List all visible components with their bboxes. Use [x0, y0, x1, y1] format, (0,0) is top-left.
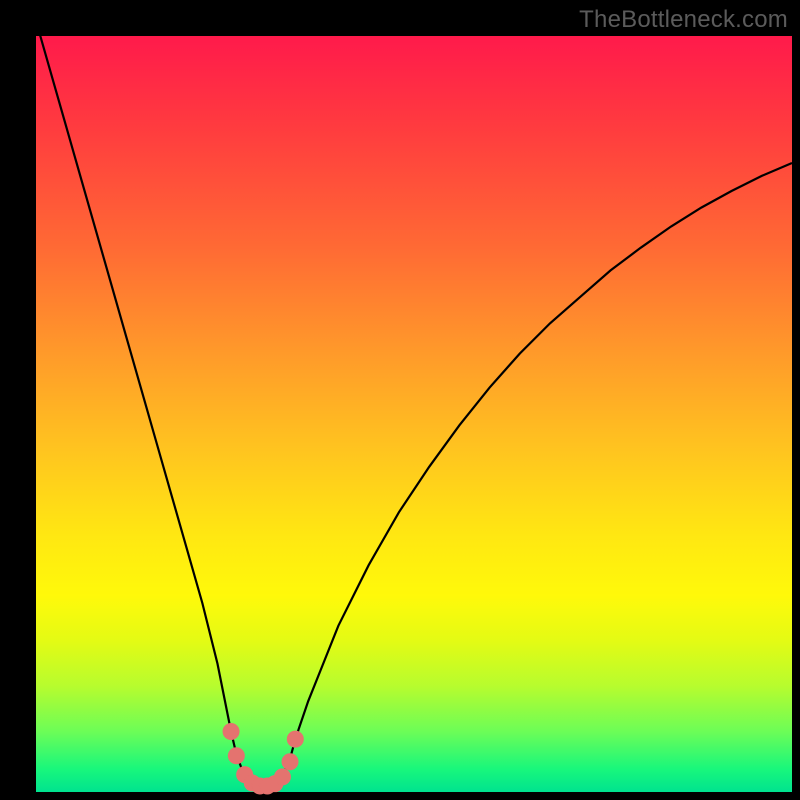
- chart-frame: TheBottleneck.com: [0, 0, 800, 800]
- watermark-text: TheBottleneck.com: [579, 6, 788, 34]
- bottleneck-curve: [36, 36, 792, 792]
- data-marker: [287, 731, 303, 747]
- data-marker: [223, 724, 239, 740]
- data-marker: [228, 748, 244, 764]
- plot-area: [36, 36, 792, 792]
- data-marker: [282, 754, 298, 770]
- data-marker: [274, 769, 290, 785]
